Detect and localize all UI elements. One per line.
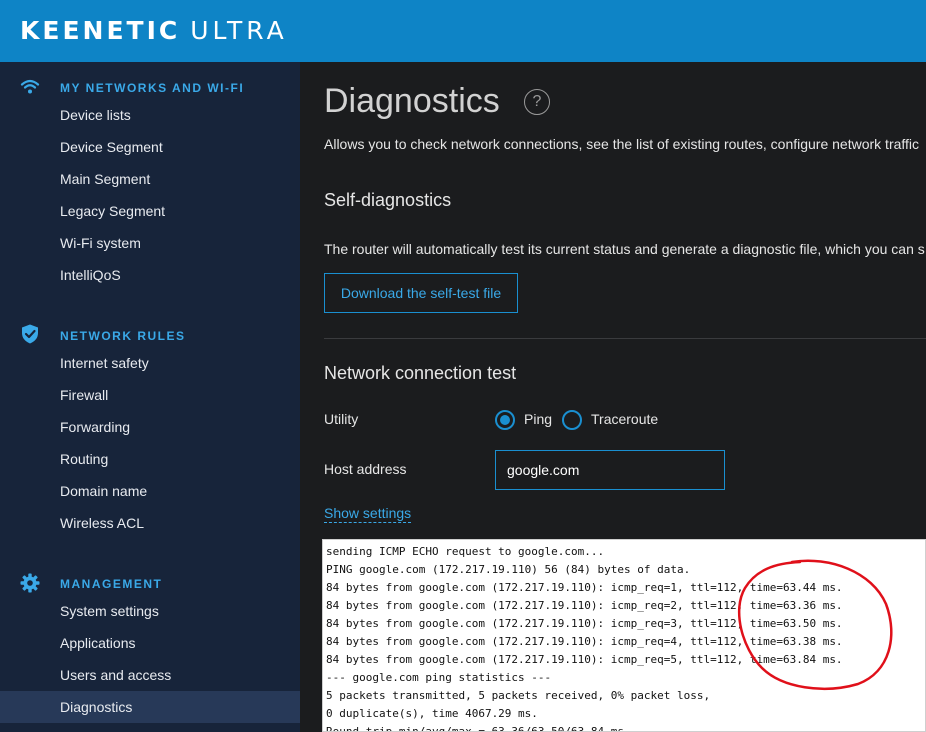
- console-line: Round-trip min/avg/max = 63.36/63.50/63.…: [326, 725, 631, 732]
- utility-label: Utility: [324, 411, 359, 427]
- sidebar-item-wifi-system[interactable]: Wi-Fi system: [0, 227, 300, 259]
- traceroute-radio[interactable]: [562, 410, 582, 430]
- section-title-my-networks: MY NETWORKS AND WI-FI: [60, 81, 245, 95]
- show-settings-link[interactable]: Show settings: [324, 505, 412, 523]
- host-address-input[interactable]: [495, 450, 725, 490]
- console-line: 84 bytes from google.com (172.217.19.110…: [326, 617, 843, 630]
- sidebar-item-users-and-access[interactable]: Users and access: [0, 659, 300, 691]
- console-line: 84 bytes from google.com (172.217.19.110…: [326, 653, 843, 666]
- shield-icon: [22, 324, 38, 344]
- connection-test-heading: Network connection test: [324, 363, 517, 383]
- sidebar-item-domain-name[interactable]: Domain name: [0, 475, 300, 507]
- traceroute-radio-label[interactable]: Traceroute: [591, 411, 658, 427]
- sidebar-item-main-segment[interactable]: Main Segment: [0, 163, 300, 195]
- page-description: Allows you to check network connections,…: [324, 136, 920, 152]
- diagnostic-output-console[interactable]: sending ICMP ECHO request to google.com.…: [322, 539, 926, 732]
- brand-logo[interactable]: KEENETIC ULTRA: [20, 16, 288, 45]
- section-title-network-rules: NETWORK RULES: [60, 329, 186, 343]
- console-line: PING google.com (172.217.19.110) 56 (84)…: [326, 563, 691, 576]
- console-line: sending ICMP ECHO request to google.com.…: [326, 545, 605, 558]
- sidebar-item-device-lists[interactable]: Device lists: [0, 99, 300, 131]
- sidebar-item-routing[interactable]: Routing: [0, 443, 300, 475]
- sidebar-item-applications[interactable]: Applications: [0, 627, 300, 659]
- self-diagnostics-heading: Self-diagnostics: [324, 190, 452, 210]
- brand-name: KEENETIC: [20, 16, 181, 45]
- top-header-bar: KEENETIC ULTRA: [0, 0, 926, 62]
- self-diagnostics-text: The router will automatically test its c…: [324, 241, 925, 257]
- sidebar-item-system-settings[interactable]: System settings: [0, 595, 300, 627]
- main-content: Diagnostics ? Allows you to check networ…: [300, 62, 926, 732]
- ping-radio[interactable]: [495, 410, 515, 430]
- console-line: 84 bytes from google.com (172.217.19.110…: [326, 599, 843, 612]
- console-line: --- google.com ping statistics ---: [326, 671, 552, 684]
- ping-radio-label[interactable]: Ping: [524, 411, 552, 427]
- console-line: 84 bytes from google.com (172.217.19.110…: [326, 635, 843, 648]
- page-title: Diagnostics: [324, 82, 500, 120]
- wifi-icon: [20, 79, 40, 94]
- sidebar-nav: MY NETWORKS AND WI-FI Device lists Devic…: [0, 62, 300, 732]
- download-self-test-button[interactable]: Download the self-test file: [324, 273, 518, 313]
- console-line: 5 packets transmitted, 5 packets receive…: [326, 689, 711, 702]
- sidebar-item-diagnostics[interactable]: Diagnostics: [0, 691, 300, 723]
- sidebar-item-wireless-acl[interactable]: Wireless ACL: [0, 507, 300, 539]
- console-line: 0 duplicate(s), time 4067.29 ms.: [326, 707, 538, 720]
- sidebar-item-legacy-segment[interactable]: Legacy Segment: [0, 195, 300, 227]
- sidebar-item-device-segment[interactable]: Device Segment: [0, 131, 300, 163]
- brand-model: ULTRA: [190, 16, 288, 45]
- help-icon[interactable]: ?: [524, 89, 550, 115]
- sidebar-item-internet-safety[interactable]: Internet safety: [0, 347, 300, 379]
- sidebar-item-intelliqos[interactable]: IntelliQoS: [0, 259, 300, 291]
- console-line: 84 bytes from google.com (172.217.19.110…: [326, 581, 843, 594]
- section-divider: [324, 338, 926, 339]
- host-address-label: Host address: [324, 461, 407, 477]
- section-title-management: MANAGEMENT: [60, 577, 163, 591]
- sidebar-item-firewall[interactable]: Firewall: [0, 379, 300, 411]
- sidebar-item-forwarding[interactable]: Forwarding: [0, 411, 300, 443]
- gear-icon: [20, 573, 40, 593]
